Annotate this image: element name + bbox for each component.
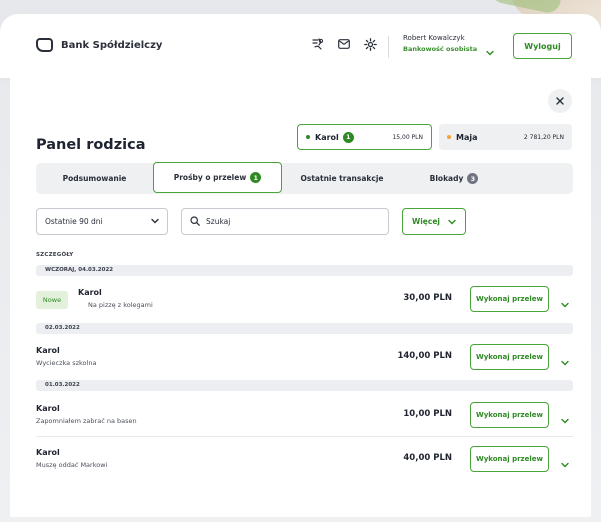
request-amount: 140,00 PLN xyxy=(397,351,452,361)
chevron-down-icon[interactable] xyxy=(561,351,569,370)
request-sender: Karol xyxy=(78,288,102,297)
execute-transfer-button[interactable]: Wykonaj przelew xyxy=(470,286,549,312)
divider xyxy=(388,36,389,58)
list-item[interactable]: Karol Wycieczka szkolna 140,00 PLN Wykon… xyxy=(36,336,573,376)
child-card-karol[interactable]: Karol 1 15,00 PLN xyxy=(297,124,432,150)
count-badge: 1 xyxy=(250,172,262,183)
chevron-down-icon[interactable] xyxy=(561,409,569,428)
user-account-switcher[interactable]: Robert Kowalczyk Bankowość osobista xyxy=(403,34,477,53)
chevron-down-icon xyxy=(448,219,456,224)
close-icon xyxy=(556,97,564,105)
gear-icon[interactable] xyxy=(361,35,379,53)
brand[interactable]: Bank Spółdzielczy xyxy=(36,38,162,52)
close-button[interactable] xyxy=(548,89,572,113)
search-icon xyxy=(190,215,200,228)
chevron-down-icon[interactable] xyxy=(561,293,569,312)
list-item[interactable]: Karol Muszę oddać Markowi 40,00 PLN Wyko… xyxy=(36,438,573,478)
date-group-header: 02.03.2022 xyxy=(36,323,573,334)
logout-button[interactable]: Wyloguj xyxy=(513,33,572,59)
tab-label: Podsumowanie xyxy=(62,174,127,183)
execute-transfer-button[interactable]: Wykonaj przelew xyxy=(470,446,549,472)
tab-label: Blokady xyxy=(429,174,464,183)
request-description: Na pizzę z kolegami xyxy=(88,301,153,309)
child-balance: 15,00 PLN xyxy=(392,133,423,141)
user-name: Robert Kowalczyk xyxy=(403,34,465,42)
chevron-down-icon xyxy=(151,217,159,226)
list-item[interactable]: Nowe Karol Na pizzę z kolegami 30,00 PLN… xyxy=(36,278,573,318)
period-select[interactable]: Ostatnie 90 dni xyxy=(36,208,168,235)
list-item[interactable]: Karol Zapomniałem zabrać na basen 10,00 … xyxy=(36,394,573,434)
execute-transfer-button[interactable]: Wykonaj przelew xyxy=(470,344,549,370)
child-name: Maja xyxy=(456,132,478,142)
more-label: Więcej xyxy=(411,217,441,226)
new-badge: Nowe xyxy=(36,291,68,309)
count-badge: 3 xyxy=(467,173,479,184)
parent-panel: Panel rodzica Karol 1 15,00 PLN Maja 2 7… xyxy=(10,72,591,517)
date-group-header: 01.03.2022 xyxy=(36,380,573,391)
tab-summary[interactable]: Podsumowanie xyxy=(36,163,153,194)
mail-icon[interactable] xyxy=(335,35,353,53)
top-bar: Bank Spółdzielczy Robert Kowalczyk Banko… xyxy=(0,14,601,78)
request-amount: 10,00 PLN xyxy=(403,409,452,419)
chevron-down-icon[interactable] xyxy=(486,41,494,60)
request-sender: Karol xyxy=(36,404,60,413)
status-dot xyxy=(447,135,451,139)
period-select-value: Ostatnie 90 dni xyxy=(45,217,103,226)
request-description: Zapomniałem zabrać na basen xyxy=(36,417,137,425)
tabs: Podsumowanie Prośby o przelew 1 Ostatnie… xyxy=(36,162,573,194)
more-filters-button[interactable]: Więcej xyxy=(402,208,466,235)
date-group-header: WCZORAJ, 04.03.2022 xyxy=(36,265,573,276)
tab-label: Ostatnie transakcje xyxy=(300,174,384,183)
request-amount: 30,00 PLN xyxy=(403,293,452,303)
bank-logo-icon xyxy=(36,38,53,52)
user-account-type: Bankowość osobista xyxy=(403,45,478,53)
chevron-down-icon[interactable] xyxy=(561,453,569,472)
child-balance: 2 781,20 PLN xyxy=(523,133,564,141)
search-field[interactable] xyxy=(181,208,389,235)
request-amount: 40,00 PLN xyxy=(403,453,452,463)
child-name: Karol xyxy=(315,132,339,142)
request-sender: Karol xyxy=(36,448,60,457)
tab-transfer-requests[interactable]: Prośby o przelew 1 xyxy=(153,162,282,193)
section-label: SZCZEGÓŁY xyxy=(36,252,74,258)
execute-transfer-button[interactable]: Wykonaj przelew xyxy=(470,402,549,428)
page-title: Panel rodzica xyxy=(36,137,146,153)
request-description: Muszę oddać Markowi xyxy=(36,461,108,469)
tab-recent-transactions[interactable]: Ostatnie transakcje xyxy=(282,163,402,194)
request-sender: Karol xyxy=(36,346,60,355)
child-card-maja[interactable]: Maja 2 781,20 PLN xyxy=(439,124,572,150)
money-transfer-icon[interactable] xyxy=(309,35,327,53)
divider xyxy=(36,436,573,437)
count-badge: 1 xyxy=(342,131,354,143)
tab-blocks[interactable]: Blokady 3 xyxy=(402,163,506,194)
status-dot xyxy=(306,135,310,139)
request-description: Wycieczka szkolna xyxy=(36,359,97,367)
tab-label: Prośby o przelew xyxy=(173,173,247,182)
brand-name: Bank Spółdzielczy xyxy=(61,39,163,51)
search-input[interactable] xyxy=(206,217,366,226)
